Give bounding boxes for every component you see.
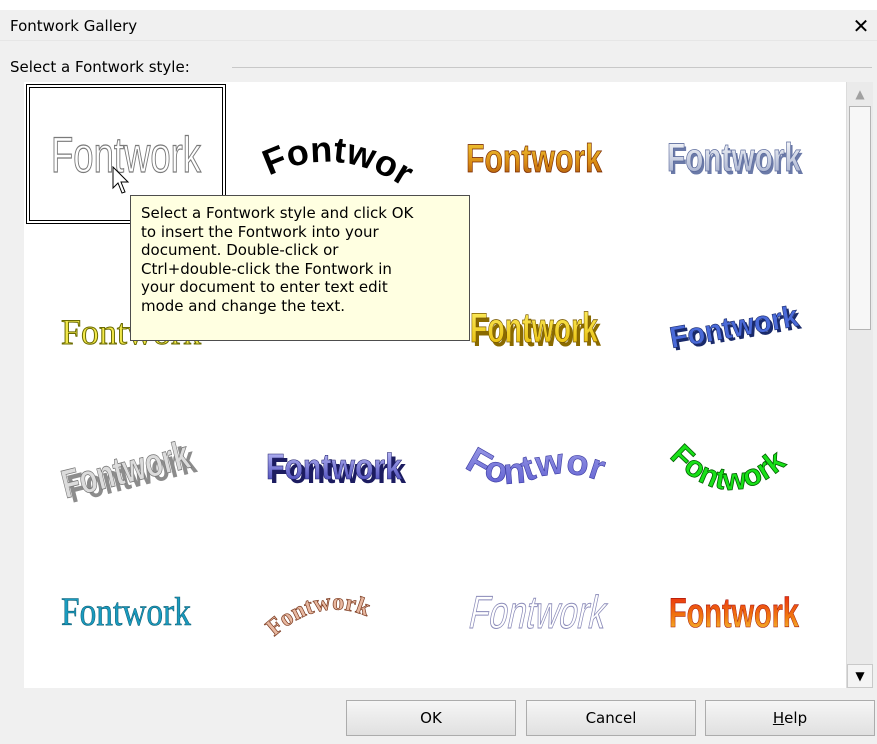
- fontwork-preview-green-arch: Fontwork: [664, 438, 793, 498]
- tooltip-line: document. Double-click or: [141, 241, 339, 260]
- gallery-item-silver-blue[interactable]: Fontwork Fontwork: [634, 84, 834, 224]
- help-mnemonic: H: [772, 709, 785, 727]
- tooltip-line: to insert the Fontwork into your: [141, 222, 379, 241]
- gallery-item-red-orange-gradient[interactable]: Fontwork: [634, 537, 834, 677]
- fontwork-gallery[interactable]: Fontwork Fontwork Fontwork Fontwork Font…: [24, 81, 846, 688]
- fontwork-preview-brown-arc: Fontwork: [261, 589, 375, 642]
- gallery-item-blue-wave[interactable]: Fontwork: [434, 384, 634, 537]
- fontwork-text: Fontwork: [669, 589, 799, 636]
- fontwork-preview-blue-slant: Fontwork Fontwork: [667, 300, 804, 358]
- mouse-pointer-icon: [112, 166, 130, 194]
- fontwork-text: Fontwork: [470, 304, 598, 351]
- gallery-item-brown-arc[interactable]: Fontwork: [234, 537, 434, 677]
- ok-button[interactable]: OK: [346, 700, 516, 736]
- tooltip-line: Ctrl+double-click the Fontwork in: [141, 259, 392, 278]
- fontwork-preview-yellow-3d: Fontwork Fontwork: [470, 304, 602, 355]
- fontwork-preview-lavender-outline: Fontwork: [464, 586, 612, 638]
- fontwork-preview-gold-brown: Fontwork: [466, 137, 603, 182]
- svg-text:Fontwork: Fontwork: [439, 384, 611, 492]
- svg-text:Fontwork: Fontwork: [664, 438, 792, 497]
- help-label-rest: elp: [784, 709, 808, 727]
- fontwork-text: Fontwork: [667, 136, 802, 180]
- fontwork-tooltip: Select a Fontwork style and click OK to …: [130, 195, 470, 341]
- fontwork-text: Fontwork: [466, 137, 603, 181]
- fontwork-preview-teal-plain: Fontwork: [61, 589, 192, 635]
- scroll-up-button[interactable]: ▲: [847, 82, 873, 106]
- fontwork-preview-blue-wave: Fontwork: [439, 384, 611, 493]
- svg-text:Fontwork: Fontwork: [261, 589, 374, 641]
- gallery-item-blue-slant[interactable]: Fontwork Fontwork: [634, 252, 834, 392]
- scroll-down-button[interactable]: ▼: [847, 664, 873, 688]
- fontwork-text: Fontwork: [439, 384, 611, 493]
- fontwork-text: Fontwork: [61, 589, 191, 634]
- gallery-item-green-arch[interactable]: Fontwork: [634, 397, 834, 537]
- gallery-item-gray-3d-rise[interactable]: Fontwork Fontwork: [26, 397, 226, 537]
- fontwork-text: Fontwork: [664, 438, 793, 498]
- group-separator: [232, 67, 872, 68]
- title-bar: Fontwork Gallery ✕: [0, 0, 877, 41]
- cancel-button[interactable]: Cancel: [526, 700, 696, 736]
- fontwork-preview-purple-3d: Fontwork Fontwork: [266, 446, 407, 491]
- tooltip-line: mode and change the text.: [141, 296, 346, 315]
- fontwork-text: Fontwork: [261, 589, 375, 642]
- svg-text:Fontwork: Fontwork: [239, 81, 421, 194]
- fontwork-text: Fontwork: [239, 81, 421, 194]
- fontwork-preview-red-orange-gradient: Fontwork: [669, 589, 800, 637]
- tooltip-line: Select a Fontwork style and click OK: [141, 204, 414, 222]
- scroll-thumb[interactable]: [849, 106, 871, 330]
- gallery-item-teal-plain[interactable]: Fontwork: [26, 537, 226, 677]
- close-button[interactable]: ✕: [847, 15, 875, 37]
- fontwork-preview-gray-3d-rise: Fontwork Fontwork: [57, 432, 201, 511]
- gallery-item-purple-3d[interactable]: Fontwork Fontwork: [234, 397, 434, 537]
- tooltip-line: your document to enter text edit: [141, 278, 388, 297]
- fontwork-text: Fontwork: [266, 446, 403, 487]
- fontwork-preview-silver-blue: Fontwork Fontwork: [667, 136, 804, 183]
- dialog-title: Fontwork Gallery: [10, 17, 138, 35]
- fontwork-style-label: Select a Fontwork style:: [10, 58, 196, 76]
- gallery-scrollbar[interactable]: ▲ ▼: [846, 82, 873, 688]
- fontwork-text: Fontwork: [465, 586, 612, 637]
- gallery-item-lavender-outline[interactable]: Fontwork: [434, 537, 634, 677]
- help-button[interactable]: Help: [705, 700, 875, 736]
- fontwork-preview-arch-black: Fontwork: [239, 81, 421, 194]
